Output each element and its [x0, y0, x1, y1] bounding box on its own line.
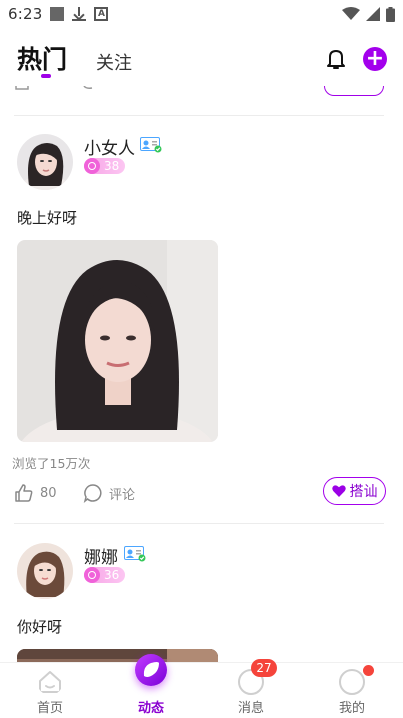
thumbs-up-icon	[15, 484, 33, 502]
post-text: 晚上好呀	[17, 209, 78, 227]
previous-post-chat-button[interactable]	[324, 86, 384, 96]
verified-id-icon	[124, 546, 146, 562]
post-text: 你好呀	[17, 618, 63, 636]
tab-home-label: 首页	[36, 701, 63, 716]
tab-messages[interactable]: 27 消息	[201, 659, 301, 718]
feed-icon	[135, 654, 167, 686]
top-header: 热门 关注 +	[0, 36, 403, 86]
username[interactable]: 娜娜	[84, 543, 118, 568]
add-post-button[interactable]: +	[363, 47, 387, 71]
chat-up-label: 搭讪	[349, 484, 378, 500]
level-value: 38	[104, 159, 120, 173]
level-badge: 36	[84, 567, 126, 583]
level-icon	[84, 567, 100, 583]
tab-mine[interactable]: 我的	[302, 663, 402, 718]
home-icon	[39, 671, 61, 693]
feed-list: 小女人 38 晚上好呀 浏览了15万次 80 评论 搭讪 娜娜 36 你好呀	[0, 86, 403, 662]
tab-messages-label: 消息	[237, 701, 264, 716]
wifi-icon	[342, 7, 360, 20]
post-photo[interactable]	[17, 649, 218, 662]
post-divider	[14, 115, 384, 116]
tab-feed[interactable]: 动态	[101, 654, 201, 718]
comment-icon	[83, 484, 102, 503]
tab-follow[interactable]: 关注	[96, 49, 132, 75]
view-count: 浏览了15万次	[12, 456, 91, 471]
comment-button[interactable]: 评论	[83, 483, 135, 503]
avatar[interactable]	[17, 543, 73, 599]
verified-id-icon	[140, 137, 162, 153]
previous-post-actions	[15, 86, 93, 90]
status-time: 6:23	[8, 5, 43, 23]
level-value: 36	[104, 568, 120, 582]
tab-active-indicator	[41, 74, 51, 78]
notification-square-icon	[50, 7, 65, 21]
tab-home[interactable]: 首页	[0, 663, 100, 718]
battery-icon	[386, 6, 395, 22]
font-a-icon: A	[94, 7, 109, 21]
avatar[interactable]	[17, 134, 73, 190]
notification-dot	[363, 665, 374, 676]
tab-mine-label: 我的	[338, 701, 365, 716]
tab-hot[interactable]: 热门	[17, 40, 67, 76]
signal-icon	[366, 7, 380, 21]
tab-feed-label: 动态	[137, 701, 164, 716]
bell-icon[interactable]	[324, 47, 348, 71]
status-bar: 6:23 A	[0, 0, 403, 28]
download-icon	[72, 7, 87, 21]
level-icon	[84, 158, 100, 174]
heart-icon	[331, 485, 346, 497]
level-badge: 38	[84, 158, 126, 174]
username[interactable]: 小女人	[84, 134, 135, 159]
like-count: 80	[40, 485, 57, 501]
chat-up-button[interactable]: 搭讪	[323, 477, 386, 505]
unread-badge: 27	[251, 659, 277, 677]
post-divider	[14, 523, 384, 524]
profile-icon	[339, 669, 365, 695]
comment-label: 评论	[109, 487, 136, 503]
bottom-tab-bar: 首页 动态 27 消息 我的	[0, 654, 403, 718]
like-button[interactable]: 80	[14, 483, 57, 503]
post-photo[interactable]	[17, 240, 218, 442]
